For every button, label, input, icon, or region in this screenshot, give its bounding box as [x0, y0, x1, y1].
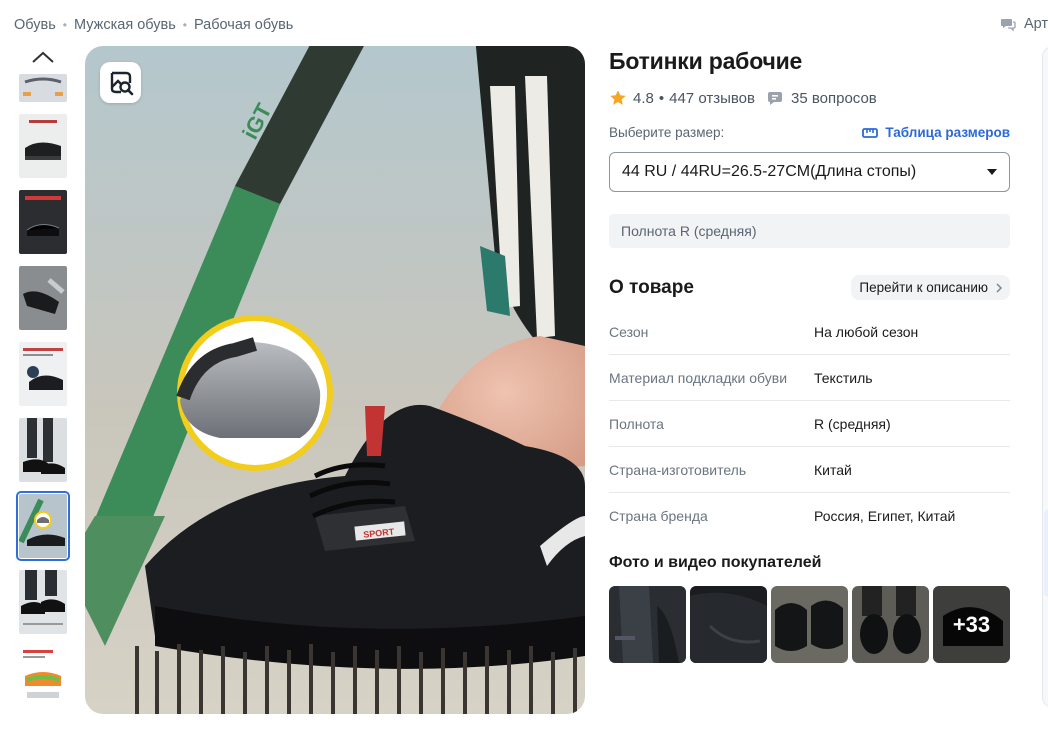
size-label: Выберите размер: [609, 125, 725, 140]
about-title: О товаре [609, 276, 694, 298]
article-label: Арт [1023, 16, 1048, 32]
chevron-right-icon [996, 282, 1002, 293]
customer-photo-1[interactable] [609, 586, 686, 663]
rating-value: 4.8 [633, 89, 654, 107]
more-photos-count: +33 [933, 586, 1010, 663]
main-product-image[interactable]: iGT SPORT [85, 46, 585, 714]
chevron-up-icon [32, 51, 54, 63]
product-info: Ботинки рабочие 4.8 • 447 отзывов 35 воп… [609, 46, 1010, 663]
spec-key: Материал подкладки обуви [609, 369, 788, 386]
fullness-option[interactable]: Полнота R (средняя) [609, 214, 1010, 248]
spec-row: Полнота R (средняя) [609, 401, 1010, 447]
size-select[interactable]: 44 RU / 44RU=26.5-27CM(Длина стопы) [609, 152, 1010, 192]
spec-value: Китай [814, 461, 852, 478]
size-table-link[interactable]: Таблица размеров [862, 125, 1010, 140]
image-search-button[interactable] [100, 62, 141, 103]
article-info[interactable]: Арт [1000, 16, 1048, 32]
spec-key: Полнота [609, 415, 664, 432]
side-panel-edge [1042, 46, 1048, 708]
thumbnail-9[interactable] [19, 646, 67, 710]
size-header: Выберите размер: Таблица размеров [609, 125, 1010, 140]
breadcrumb: Обувь • Мужская обувь • Рабочая обувь [14, 17, 293, 33]
spec-row: Материал подкладки обуви Текстиль [609, 355, 1010, 401]
thumbnail-1[interactable] [19, 74, 67, 102]
thumbnail-column [14, 46, 74, 710]
image-search-icon [110, 71, 133, 95]
rating-separator: • [658, 89, 665, 107]
ruler-icon [862, 127, 879, 138]
breadcrumb-item-mens-shoes[interactable]: Мужская обувь [74, 17, 176, 33]
customer-photo-4[interactable] [852, 586, 929, 663]
customer-photos: +33 [609, 586, 1010, 663]
spec-row: Сезон На любой сезон [609, 309, 1010, 355]
customer-photos-more[interactable]: +33 [933, 586, 1010, 663]
thumbnail-3[interactable] [19, 190, 67, 254]
specs-table: Сезон На любой сезон Материал подкладки … [609, 309, 1010, 538]
spec-key: Сезон [609, 323, 649, 340]
spec-row: Страна-изготовитель Китай [609, 447, 1010, 493]
size-table-label: Таблица размеров [885, 125, 1010, 140]
thumbnail-4[interactable] [19, 266, 67, 330]
breadcrumb-separator: • [62, 18, 67, 32]
customer-photo-3[interactable] [771, 586, 848, 663]
reviews-link[interactable]: 447 отзывов [669, 90, 755, 107]
thumbnail-7-selected[interactable] [16, 491, 70, 561]
caret-down-icon [987, 169, 997, 175]
spec-value: R (средняя) [814, 415, 891, 432]
spec-key: Страна-изготовитель [609, 461, 747, 478]
thumbnail-5[interactable] [19, 342, 67, 406]
thumbnails-up-button[interactable] [28, 46, 58, 68]
thumbnail-8[interactable] [19, 570, 67, 634]
chat-bubble-icon [767, 92, 782, 105]
thumbnail-2[interactable] [19, 114, 67, 178]
spec-value: Россия, Египет, Китай [814, 507, 956, 524]
spec-value: Текстиль [814, 369, 873, 386]
breadcrumb-separator: • [182, 18, 187, 32]
spec-key: Страна бренда [609, 507, 708, 524]
spec-row: Страна бренда Россия, Египет, Китай [609, 493, 1010, 538]
questions-link[interactable]: 35 вопросов [791, 90, 877, 107]
chat-icon [1000, 19, 1016, 32]
spec-value: На любой сезон [814, 323, 919, 340]
customer-photo-2[interactable] [690, 586, 767, 663]
go-to-description-button[interactable]: Перейти к описанию [851, 275, 1010, 300]
product-title: Ботинки рабочие [609, 48, 803, 74]
breadcrumb-item-shoes[interactable]: Обувь [14, 17, 56, 33]
rating-row: 4.8 • 447 отзывов 35 вопросов [609, 89, 1010, 107]
fullness-text: Полнота R (средняя) [621, 223, 757, 239]
customer-photos-title: Фото и видео покупателей [609, 554, 822, 571]
star-icon [610, 90, 626, 105]
go-to-description-label: Перейти к описанию [859, 280, 988, 295]
about-header: О товаре Перейти к описанию [609, 275, 1010, 300]
size-selected-value: 44 RU / 44RU=26.5-27CM(Длина стопы) [622, 163, 917, 180]
breadcrumb-item-work-shoes[interactable]: Рабочая обувь [194, 17, 293, 33]
thumbnail-6[interactable] [19, 418, 67, 482]
